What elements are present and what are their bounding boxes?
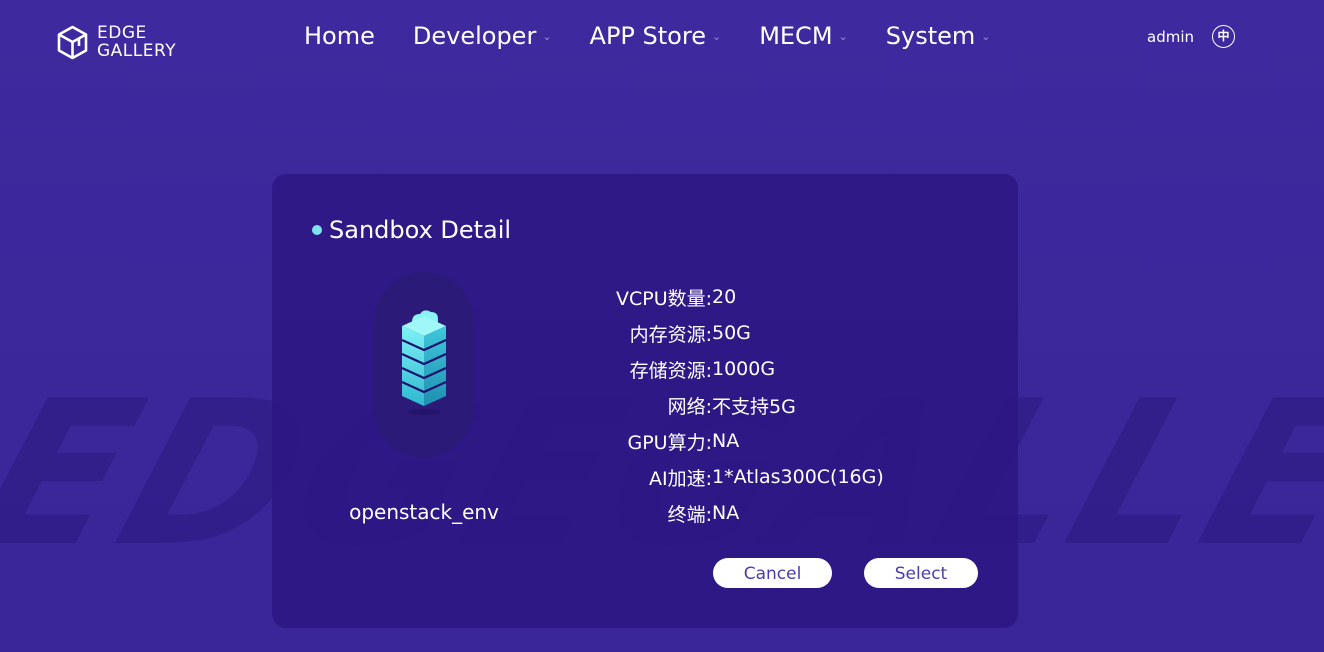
environment-name: openstack_env [349, 500, 499, 524]
sandbox-details-list: VCPU数量: 20 内存资源: 50G 存储资源: 1000G 网络: 不支持… [562, 279, 884, 531]
select-button[interactable]: Select [864, 558, 978, 588]
main-nav: Home Developer ⌄ APP Store ⌄ MECM ⌄ Syst… [304, 22, 1028, 50]
detail-label: AI加速: [648, 467, 712, 490]
detail-label: 终端: [667, 503, 712, 526]
detail-value: 20 [712, 286, 737, 308]
sandbox-icon-container [374, 272, 474, 457]
dialog-title-text: Sandbox Detail [329, 216, 512, 244]
nav-developer-label: Developer [412, 22, 537, 50]
nav-system-label: System [885, 22, 976, 50]
detail-value: NA [712, 502, 740, 524]
nav-developer[interactable]: Developer ⌄ [413, 22, 552, 50]
detail-value: NA [712, 430, 740, 452]
nav-app-store-label: APP Store [589, 22, 706, 50]
cancel-button[interactable]: Cancel [713, 558, 832, 588]
server-stack-icon [401, 310, 447, 415]
dialog-title: Sandbox Detail [312, 216, 511, 244]
detail-row-memory: 内存资源: 50G [562, 315, 884, 351]
detail-label: VCPU数量: [615, 287, 712, 310]
sandbox-detail-dialog: Sandbox Detail openstack_env VCPU数量: 20 … [272, 174, 1018, 628]
chevron-down-icon: ⌄ [981, 29, 991, 43]
nav-mecm[interactable]: MECM ⌄ [759, 22, 848, 50]
logo-text: EDGE GALLERY [97, 24, 176, 60]
nav-home[interactable]: Home [304, 22, 375, 50]
detail-value: 不支持5G [712, 395, 796, 418]
detail-value: 1*Atlas300C(16G) [712, 466, 884, 488]
nav-home-label: Home [304, 22, 375, 50]
logo-line-2: GALLERY [97, 41, 177, 61]
language-switch-icon[interactable]: 中 [1212, 25, 1235, 48]
top-navbar: EDGE GALLERY Home Developer ⌄ APP Store … [0, 0, 1324, 80]
user-menu[interactable]: admin [1147, 28, 1194, 46]
nav-mecm-label: MECM [759, 22, 833, 50]
detail-value: 50G [712, 322, 751, 344]
detail-row-gpu: GPU算力: NA [562, 423, 884, 459]
detail-row-terminal: 终端: NA [562, 495, 884, 531]
chevron-down-icon: ⌄ [542, 29, 552, 43]
detail-label: GPU算力: [627, 431, 713, 454]
detail-row-network: 网络: 不支持5G [562, 387, 884, 423]
nav-app-store[interactable]: APP Store ⌄ [590, 22, 722, 50]
chevron-down-icon: ⌄ [838, 29, 848, 43]
detail-label: 存储资源: [629, 359, 712, 382]
page: EDGEGALLERY EDGE GALLERY Home Developer [0, 0, 1324, 652]
logo[interactable]: EDGE GALLERY [56, 24, 176, 60]
cube-logo-icon [56, 25, 89, 60]
nav-system[interactable]: System ⌄ [886, 22, 991, 50]
logo-line-1: EDGE [97, 23, 147, 43]
title-bullet-icon [312, 225, 322, 235]
detail-row-vcpu: VCPU数量: 20 [562, 279, 884, 315]
detail-row-ai-accel: AI加速: 1*Atlas300C(16G) [562, 459, 884, 495]
detail-label: 网络: [667, 395, 712, 418]
detail-label: 内存资源: [629, 323, 712, 346]
detail-value: 1000G [712, 358, 776, 380]
detail-row-storage: 存储资源: 1000G [562, 351, 884, 387]
chevron-down-icon: ⌄ [711, 29, 722, 43]
